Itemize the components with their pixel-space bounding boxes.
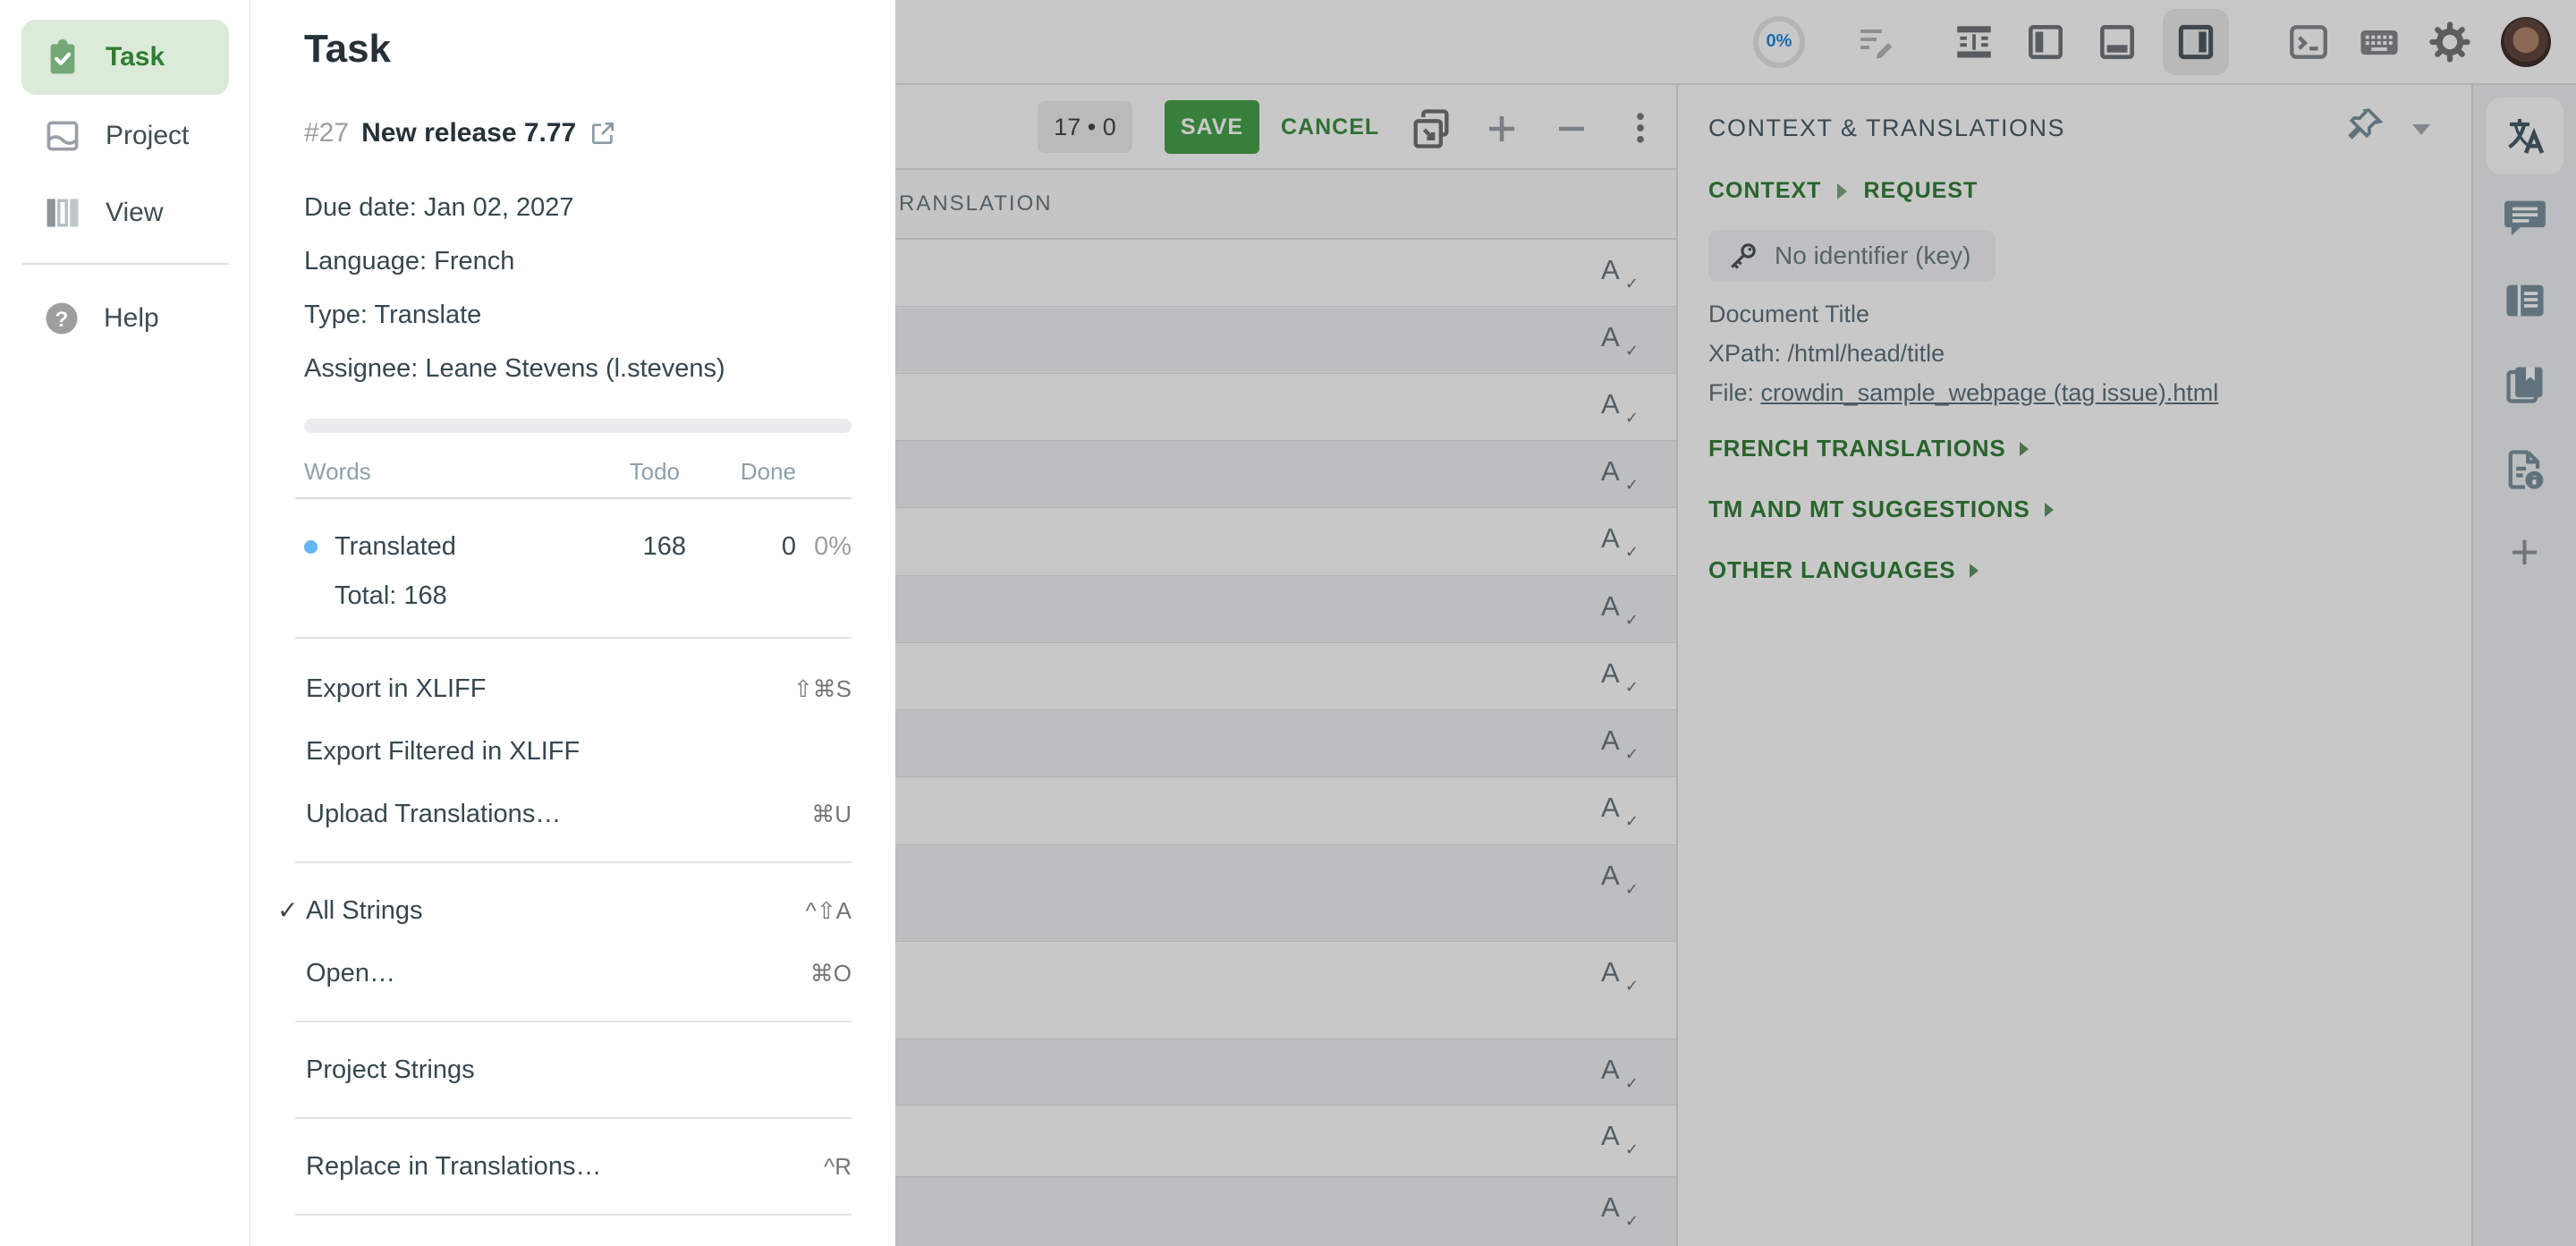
- menu-item-label: Project Strings: [306, 1055, 475, 1085]
- sidebar-item-view[interactable]: View: [21, 175, 229, 250]
- svg-text:?: ?: [55, 308, 69, 332]
- view-columns-icon: [43, 193, 82, 233]
- menu-item-label: Replace in Translations…: [306, 1152, 601, 1182]
- task-panel: Task #27 New release 7.77 Due date: Jan …: [250, 0, 895, 1246]
- words-row-done: 0: [782, 532, 796, 562]
- task-details: Due date: Jan 02, 2027 Language: French …: [304, 181, 725, 395]
- main-sidebar: Task Project View ? Help: [0, 0, 250, 1246]
- menu-item-upload-translations[interactable]: Upload Translations… ⌘U: [250, 783, 895, 845]
- col-todo: Todo: [630, 458, 680, 486]
- task-assignee: Assignee: Leane Stevens (l.stevens): [304, 342, 725, 395]
- menu-item-label: Export in XLIFF: [306, 674, 486, 704]
- menu-item-all-strings[interactable]: ✓ All Strings ^⇧A: [250, 879, 895, 942]
- menu-shortcut: ^R: [824, 1153, 852, 1181]
- task-type: Type: Translate: [304, 288, 725, 342]
- menu-item-export-xliff[interactable]: Export in XLIFF ⇧⌘S: [250, 657, 895, 720]
- project-icon: [43, 116, 82, 156]
- words-table-header: Words Todo Done: [304, 458, 852, 486]
- task-id: #27: [304, 118, 349, 148]
- sidebar-item-help[interactable]: ? Help: [21, 281, 229, 356]
- sidebar-item-label: Task: [106, 42, 165, 72]
- sidebar-item-label: Project: [106, 121, 189, 151]
- menu-item-label: All Strings: [306, 896, 423, 926]
- task-progress-bar: [304, 419, 852, 433]
- task-reference-line: #27 New release 7.77: [304, 118, 617, 148]
- task-name: New release 7.77: [361, 118, 576, 148]
- task-panel-title: Task: [304, 27, 391, 72]
- panel-divider: [295, 637, 852, 639]
- task-language: Language: French: [304, 234, 725, 288]
- translated-dot-icon: [304, 540, 318, 554]
- sidebar-item-project[interactable]: Project: [21, 98, 229, 174]
- words-row-todo: 168: [643, 532, 686, 562]
- check-icon: ✓: [277, 895, 298, 925]
- words-total: Total: 168: [335, 581, 447, 611]
- menu-item-label: Open…: [306, 959, 395, 988]
- menu-divider: [295, 1117, 852, 1119]
- sidebar-divider: [21, 263, 229, 265]
- menu-item-replace-in-translations[interactable]: Replace in Translations… ^R: [250, 1135, 895, 1198]
- help-icon: ?: [43, 300, 80, 337]
- menu-shortcut: ^⇧A: [806, 897, 852, 925]
- menu-divider: [295, 861, 852, 863]
- words-table-divider: [295, 497, 852, 499]
- menu-item-label: Upload Translations…: [306, 800, 561, 829]
- task-menu: Export in XLIFF ⇧⌘S Export Filtered in X…: [250, 657, 895, 1232]
- menu-shortcut: ⌘U: [811, 801, 852, 828]
- words-row-percent: 0%: [814, 532, 852, 562]
- task-due-date: Due date: Jan 02, 2027: [304, 181, 725, 234]
- menu-shortcut: ⇧⌘S: [793, 675, 852, 703]
- menu-divider: [295, 1021, 852, 1022]
- col-words: Words: [304, 458, 371, 485]
- task-clipboard-icon: [43, 37, 82, 78]
- menu-item-project-strings[interactable]: Project Strings: [250, 1038, 895, 1101]
- menu-shortcut: ⌘O: [810, 960, 852, 987]
- menu-item-export-filtered-xliff[interactable]: Export Filtered in XLIFF: [250, 720, 895, 783]
- menu-item-label: Export Filtered in XLIFF: [306, 737, 580, 767]
- sidebar-item-task[interactable]: Task: [21, 20, 229, 95]
- sidebar-item-label: View: [106, 198, 163, 228]
- menu-divider: [295, 1214, 852, 1216]
- menu-item-open[interactable]: Open… ⌘O: [250, 942, 895, 1004]
- words-row-label: Translated: [335, 532, 456, 562]
- external-link-icon[interactable]: [589, 119, 617, 148]
- sidebar-item-label: Help: [104, 303, 159, 334]
- col-done: Done: [741, 458, 796, 486]
